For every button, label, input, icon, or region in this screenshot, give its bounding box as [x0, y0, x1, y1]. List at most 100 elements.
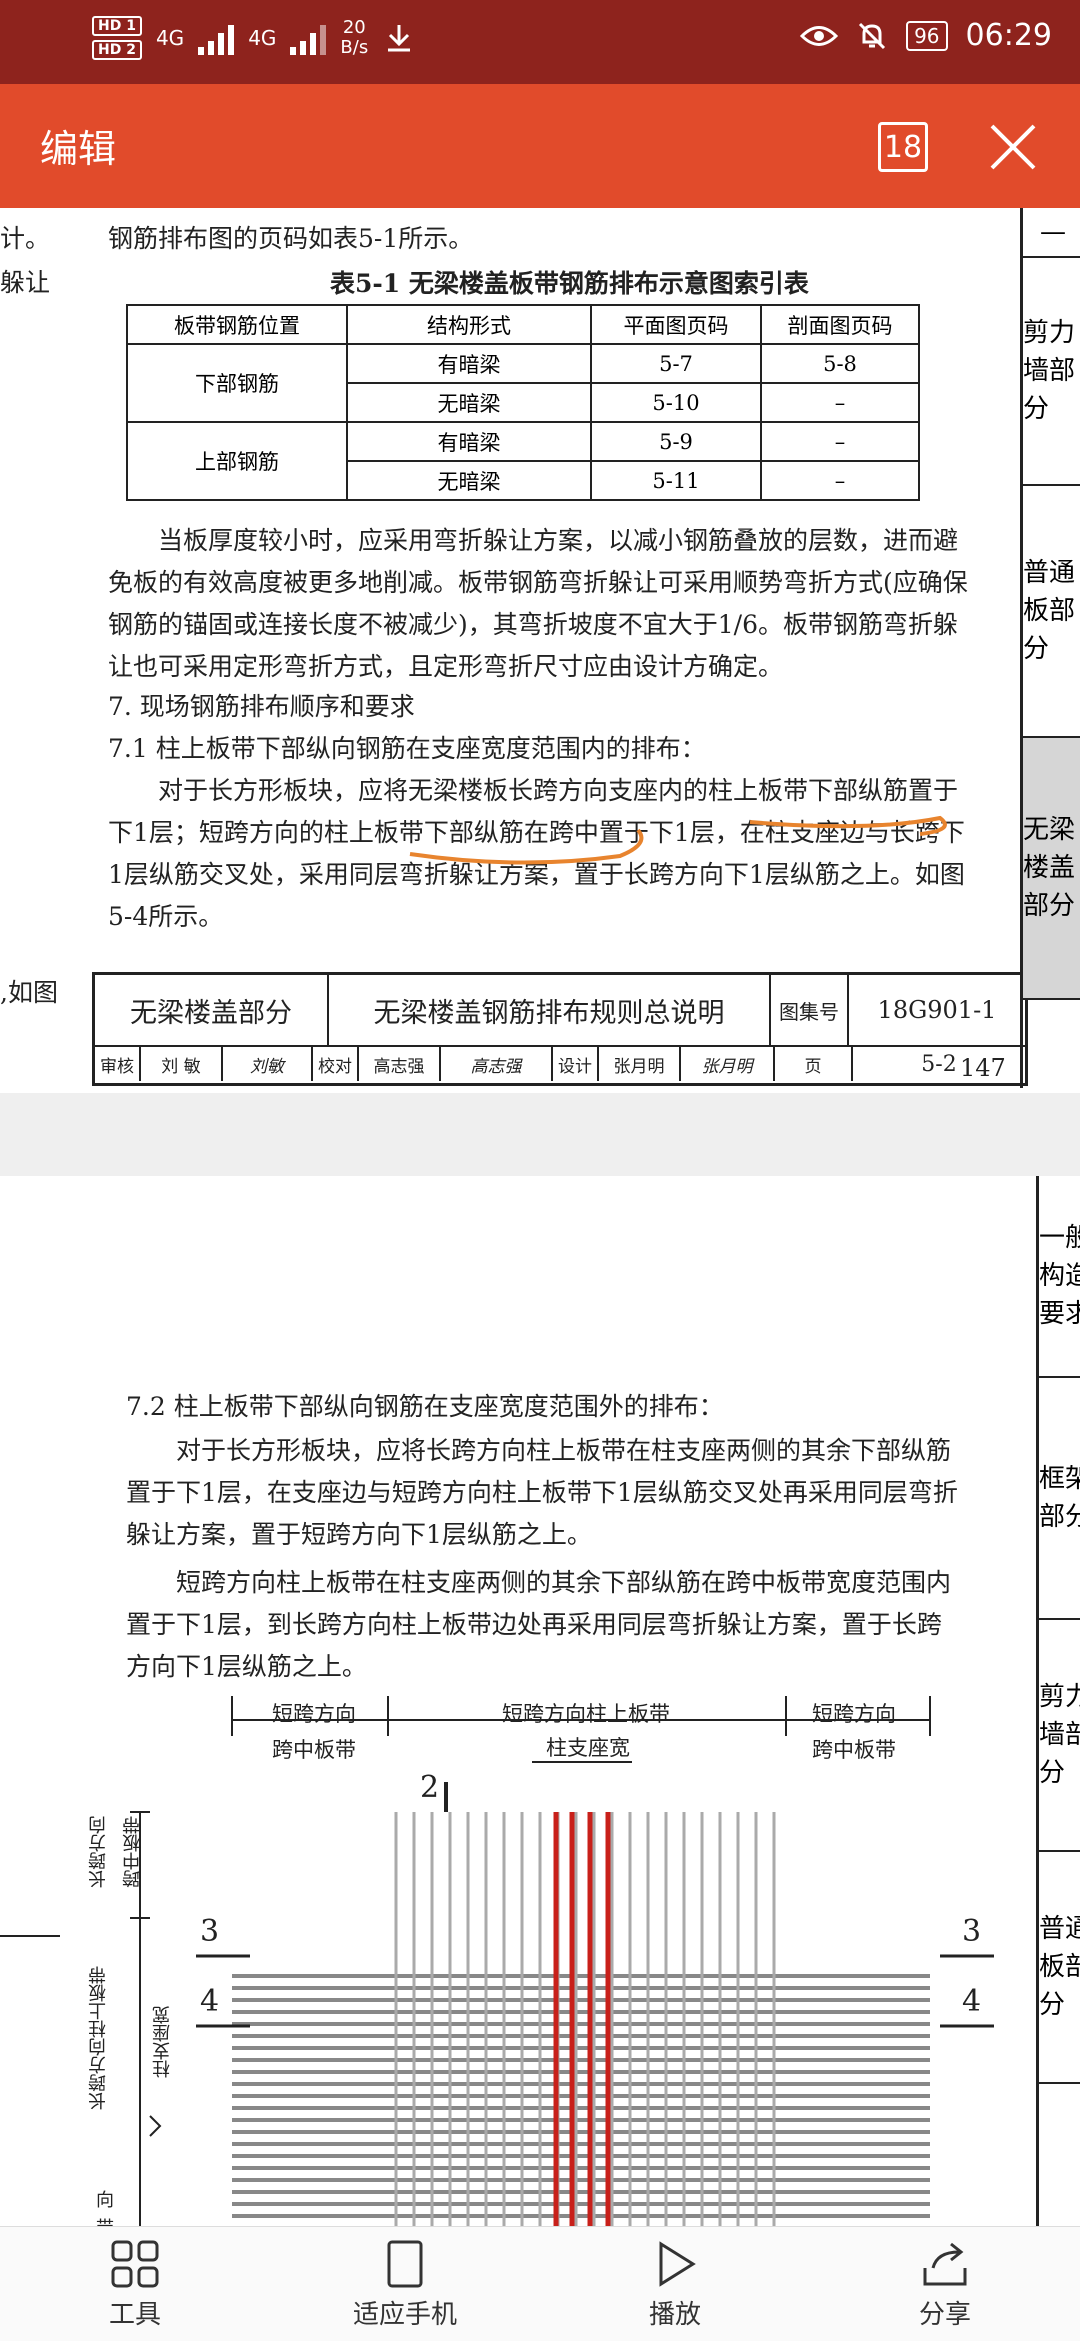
table-header: 结构形式	[346, 304, 592, 345]
diagram-label: 短跨方向	[812, 1702, 896, 1726]
chapter-sidebar: — 剪力墙部分 普通板部分 无梁楼盖部分	[1020, 208, 1080, 1088]
section-mark-4: 4	[200, 1984, 220, 2019]
speed-value: 20	[342, 17, 366, 38]
diagram-label: 跨中板带	[272, 1738, 356, 1762]
designer: 张月明	[599, 1047, 681, 1081]
document-page-148[interactable]: 7.2 柱上板带下部纵向钢筋在支座宽度范围外的排布： 对于长方形板块，应将长跨方…	[0, 1176, 1080, 2226]
table-title: 表5-1 无梁楼盖板带钢筋排布示意图索引表	[330, 269, 809, 298]
hd-indicator: HD 1 HD 2	[92, 16, 142, 60]
left-fragment-3: ,如图	[0, 978, 58, 1007]
table-cell: 5-9	[590, 421, 762, 462]
atlas-number: 18G901-1	[877, 996, 997, 1024]
tools-label: 工具	[108, 2299, 161, 2330]
table-cell: –	[760, 460, 920, 501]
diagram-label: 短跨方向	[272, 1702, 356, 1726]
table-cell: 有暗梁	[346, 343, 592, 384]
document-page-147[interactable]: 计。 躲让 钢筋排布图的页码如表5-1所示。 表5-1 无梁楼盖板带钢筋排布示意…	[0, 208, 1080, 1093]
table-cell: 5-11	[590, 460, 762, 501]
diagram-side-label: 带	[96, 2214, 114, 2226]
play-icon	[659, 2240, 696, 2287]
table-cell: –	[760, 382, 920, 423]
net2-label: 4G	[248, 26, 277, 50]
fit-screen-icon	[387, 2240, 423, 2287]
tools-button[interactable]: 工具	[0, 2227, 270, 2341]
atlas-label: 图集号	[771, 975, 849, 1045]
section-mark-3: 3	[200, 1914, 220, 1949]
index-table: 板带钢筋位置 结构形式 平面图页码 剖面图页码 下部钢筋 有暗梁 5-7 5-8…	[126, 304, 920, 501]
check-label: 校对	[313, 1047, 359, 1081]
share-button[interactable]: 分享	[810, 2227, 1080, 2341]
reviewer-signature: 刘敏	[223, 1047, 313, 1081]
signal-icon	[198, 21, 235, 55]
mute-bell-icon	[859, 22, 886, 49]
clock: 06:29	[965, 18, 1052, 53]
paragraph-7-2-a: 对于长方形板块，应将长跨方向柱上板带在柱支座两侧的其余下部纵筋置于下1层，在支座…	[126, 1436, 958, 1549]
checker: 高志强	[359, 1047, 441, 1081]
table-cell: 5-10	[590, 382, 762, 423]
status-left: HD 1 HD 2 4G 4G 20 B/s	[92, 16, 416, 60]
drawing-name: 无梁楼盖钢筋排布规则总说明	[329, 975, 771, 1045]
download-icon	[388, 25, 411, 52]
table-cell: 5-7	[590, 343, 762, 384]
hd1-badge: HD 1	[92, 16, 142, 36]
page-count-button[interactable]: 18	[878, 122, 928, 172]
table-header: 剖面图页码	[760, 304, 920, 345]
tools-grid-icon	[111, 2240, 159, 2287]
sidebar-cap: —	[1023, 208, 1080, 258]
heading-7-2: 7.2 柱上板带下部纵向钢筋在支座宽度范围外的排布：	[126, 1392, 724, 1421]
table-cell: –	[760, 421, 920, 462]
diagram-side-label: 向	[96, 2190, 114, 2211]
page-label: 页	[775, 1047, 853, 1081]
fit-screen-label: 适应手机	[352, 2299, 457, 2330]
status-bar: HD 1 HD 2 4G 4G 20 B/s 96 06:29	[0, 0, 1080, 84]
edit-button[interactable]: 编辑	[40, 118, 116, 173]
designer-signature: 张月明	[681, 1047, 775, 1081]
bottom-toolbar: 工具 适应手机 播放 分享	[0, 2226, 1080, 2341]
sidebar-item-frame[interactable]: 框架部分	[1039, 1378, 1080, 1620]
signal-icon-2	[290, 21, 327, 55]
app-bar: 编辑 18	[0, 84, 1080, 208]
table-header: 平面图页码	[590, 304, 762, 345]
table-row: 上部钢筋 有暗梁 5-9 –	[126, 421, 920, 501]
table-header: 板带钢筋位置	[126, 304, 348, 345]
table-cell: 无暗梁	[346, 382, 592, 423]
play-label: 播放	[648, 2299, 701, 2330]
table-cell: 5-8	[760, 343, 920, 384]
diagram-label: 柱支座宽	[546, 1736, 630, 1760]
section-name: 无梁楼盖部分	[95, 975, 329, 1045]
fit-screen-button[interactable]: 适应手机	[270, 2227, 540, 2341]
diagram-side-label: 跨中板带	[122, 1816, 143, 1888]
section-mark-2: 2	[420, 1770, 440, 1805]
sidebar-item-general[interactable]: 一般构造要求	[1039, 1176, 1080, 1378]
table-row: 下部钢筋 有暗梁 5-7 5-8	[126, 343, 920, 423]
sidebar-item-normal-slab-2[interactable]: 普通板部分	[1039, 1852, 1080, 2084]
sidebar-item-flat-slab[interactable]: 无梁楼盖部分	[1023, 738, 1080, 1000]
title-block-signatures: 审核 刘 敏 刘敏 校对 高志强 高志强 设计 张月明 张月明 页 5-2	[95, 1047, 1025, 1081]
net1-label: 4G	[155, 26, 185, 50]
table-cell: 下部钢筋	[126, 343, 348, 423]
chapter-sidebar-2: 一般构造要求 框架部分 剪力墙部分 普通板部分	[1036, 1176, 1080, 2226]
section-mark-4-right: 4	[962, 1984, 982, 2019]
diagram-label: 短跨方向柱上板带	[502, 1702, 670, 1726]
diagram-label: 跨中板带	[812, 1738, 896, 1762]
sidebar-item-shear-wall-2[interactable]: 剪力墙部分	[1039, 1620, 1080, 1852]
share-icon	[923, 2242, 967, 2285]
close-icon[interactable]	[984, 118, 1042, 176]
sidebar-item-shear-wall[interactable]: 剪力墙部分	[1023, 258, 1080, 486]
reviewer: 刘 敏	[141, 1047, 223, 1081]
table-cell: 有暗梁	[346, 421, 592, 462]
play-button[interactable]: 播放	[540, 2227, 810, 2341]
heading-7: 7. 现场钢筋排布顺序和要求	[108, 692, 415, 721]
eye-icon	[800, 25, 839, 46]
table-header-row: 板带钢筋位置 结构形式 平面图页码 剖面图页码	[126, 304, 920, 345]
paragraph-bending: 当板厚度较小时，应采用弯折躲让方案，以减小钢筋叠放的层数，进而避免板的有效高度被…	[108, 526, 968, 681]
section-mark-3-right: 3	[962, 1914, 982, 1949]
table-cell: 上部钢筋	[126, 421, 348, 501]
review-label: 审核	[95, 1047, 141, 1081]
design-label: 设计	[553, 1047, 599, 1081]
speed-unit: B/s	[340, 37, 369, 58]
sidebar-item-normal-slab[interactable]: 普通板部分	[1023, 486, 1080, 738]
hd2-badge: HD 2	[92, 40, 142, 60]
diagram-side-label: 长跨方向柱上板带	[88, 1966, 109, 2110]
title-block: 无梁楼盖部分 无梁楼盖钢筋排布规则总说明 图集号 18G901-1 审核 刘 敏…	[92, 972, 1028, 1086]
